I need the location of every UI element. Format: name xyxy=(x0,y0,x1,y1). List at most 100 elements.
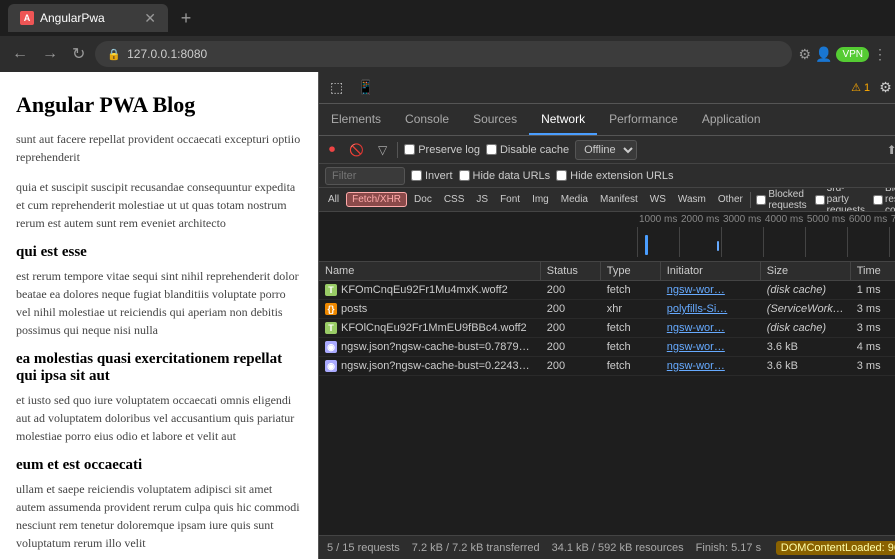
address-bar[interactable]: 🔒 127.0.0.1:8080 xyxy=(95,41,792,67)
devtools-panel: ⬚ 📱 ⚠ 1 ⚙ ⋮ Elements Console Sources Net… xyxy=(318,72,895,559)
table-row[interactable]: {} posts 200 xhr polyfills-Si… (ServiceW… xyxy=(319,300,895,319)
clear-btn[interactable]: 🚫 xyxy=(345,141,368,159)
type-ws[interactable]: WS xyxy=(645,193,671,206)
tab-application[interactable]: Application xyxy=(690,104,773,135)
settings-icon[interactable]: ⚙ xyxy=(874,76,895,99)
col-size: Size xyxy=(761,262,851,280)
extensions-icon[interactable]: ⚙ xyxy=(798,46,811,63)
tl-label-7: 7000 ms xyxy=(889,214,895,225)
row-icon-2: T xyxy=(325,322,337,334)
device-icon[interactable]: 📱 xyxy=(352,76,379,99)
section-text-2: ullam et saepe reiciendis voluptatem adi… xyxy=(16,480,302,552)
tl-label-6: 6000 ms xyxy=(847,214,889,225)
intro-para-1: sunt aut facere repellat provident occae… xyxy=(16,130,302,166)
row-size-3: 3.6 kB xyxy=(761,338,851,356)
preserve-log-checkbox[interactable]: Preserve log xyxy=(404,144,480,156)
tab-performance[interactable]: Performance xyxy=(597,104,690,135)
inspect-icon[interactable]: ⬚ xyxy=(325,76,348,99)
webpage-content: Angular PWA Blog sunt aut facere repella… xyxy=(0,72,318,559)
tab-network[interactable]: Network xyxy=(529,104,597,135)
network-toolbar: ⏺ 🚫 ▽ Preserve log Disable cache Offline… xyxy=(319,136,895,164)
blocked-requests-cb[interactable]: Blocked requests xyxy=(756,189,806,211)
blocked-cookies-cb[interactable]: Blocked response cookies xyxy=(873,188,895,212)
upload-icon[interactable]: ⬆ xyxy=(883,141,895,159)
type-doc[interactable]: Doc xyxy=(409,193,437,206)
row-status-3: 200 xyxy=(541,338,601,356)
devtools-top-bar: ⬚ 📱 ⚠ 1 ⚙ ⋮ xyxy=(319,72,895,104)
table-row[interactable]: T KFOlCnqEu92Fr1MmEU9fBBc4.woff2 200 fet… xyxy=(319,319,895,338)
table-header: Name Status Type Initiator Size Time xyxy=(319,262,895,281)
disable-cache-checkbox[interactable]: Disable cache xyxy=(486,144,569,156)
refresh-btn[interactable]: ↻ xyxy=(68,40,89,68)
row-icon-3: ◉ xyxy=(325,341,337,353)
row-icon-1: {} xyxy=(325,303,337,315)
row-name-2: T KFOlCnqEu92Fr1MmEU9fBBc4.woff2 xyxy=(319,319,541,337)
transferred-size: 7.2 kB / 7.2 kB transferred xyxy=(412,542,540,554)
row-time-3: 4 ms xyxy=(851,338,895,356)
type-wasm[interactable]: Wasm xyxy=(673,193,711,206)
tab-bar: A AngularPwa ✕ + xyxy=(0,0,895,36)
throttle-select[interactable]: Offline xyxy=(575,140,637,160)
record-btn[interactable]: ⏺ xyxy=(325,140,339,159)
type-all[interactable]: All xyxy=(323,193,344,206)
row-initiator-3: ngsw-wor… xyxy=(661,338,761,356)
active-tab[interactable]: A AngularPwa ✕ xyxy=(8,4,168,32)
col-time: Time xyxy=(851,262,895,280)
devtools-tabs: Elements Console Sources Network Perform… xyxy=(319,104,895,136)
tl-label-2: 2000 ms xyxy=(679,214,721,225)
type-fetch-xhr[interactable]: Fetch/XHR xyxy=(346,192,407,207)
tl-label-3: 3000 ms xyxy=(721,214,763,225)
dom-badge: DOMContentLoaded: 96 ms xyxy=(776,541,895,555)
tab-elements[interactable]: Elements xyxy=(319,104,393,135)
row-status-4: 200 xyxy=(541,357,601,375)
row-type-2: fetch xyxy=(601,319,661,337)
tab-close-btn[interactable]: ✕ xyxy=(144,10,156,27)
type-media[interactable]: Media xyxy=(556,193,593,206)
filter-btn[interactable]: ▽ xyxy=(374,141,391,159)
nav-bar: ← → ↻ 🔒 127.0.0.1:8080 ⚙ 👤 VPN ⋮ xyxy=(0,36,895,72)
nav-right-controls: ⚙ 👤 VPN ⋮ xyxy=(798,46,887,63)
section-heading-2: eum et est occaecati xyxy=(16,457,302,474)
row-icon-4: ◉ xyxy=(325,360,337,372)
table-body: T KFOmCnqEu92Fr1Mu4mxK.woff2 200 fetch n… xyxy=(319,281,895,376)
col-type: Type xyxy=(601,262,661,280)
tab-title: AngularPwa xyxy=(40,11,105,25)
section-text-1: et iusto sed quo iure voluptatem occaeca… xyxy=(16,391,302,445)
col-initiator: Initiator xyxy=(661,262,761,280)
row-size-2: (disk cache) xyxy=(761,319,851,337)
vpn-badge: VPN xyxy=(836,47,869,62)
invert-checkbox[interactable]: Invert xyxy=(411,170,453,182)
back-btn[interactable]: ← xyxy=(8,41,32,67)
type-other[interactable]: Other xyxy=(713,193,748,206)
row-type-0: fetch xyxy=(601,281,661,299)
tab-sources[interactable]: Sources xyxy=(461,104,529,135)
hide-data-urls-checkbox[interactable]: Hide data URLs xyxy=(459,170,551,182)
page-heading: Angular PWA Blog xyxy=(16,92,302,118)
type-manifest[interactable]: Manifest xyxy=(595,193,643,206)
type-font[interactable]: Font xyxy=(495,193,525,206)
timeline-labels: 1000 ms 2000 ms 3000 ms 4000 ms 5000 ms … xyxy=(319,212,895,227)
row-size-0: (disk cache) xyxy=(761,281,851,299)
type-js[interactable]: JS xyxy=(471,193,493,206)
menu-icon[interactable]: ⋮ xyxy=(873,46,887,63)
row-initiator-1: polyfills-Si… xyxy=(661,300,761,318)
filter-bar: Invert Hide data URLs Hide extension URL… xyxy=(319,164,895,188)
filter-input[interactable] xyxy=(325,167,405,185)
timeline-area: 1000 ms 2000 ms 3000 ms 4000 ms 5000 ms … xyxy=(319,212,895,262)
row-initiator-2: ngsw-wor… xyxy=(661,319,761,337)
type-img[interactable]: Img xyxy=(527,193,554,206)
tab-console[interactable]: Console xyxy=(393,104,461,135)
table-row[interactable]: ◉ ngsw.json?ngsw-cache-bust=0.22434B... … xyxy=(319,357,895,376)
separator-1 xyxy=(397,142,398,158)
main-area: Angular PWA Blog sunt aut facere repella… xyxy=(0,72,895,559)
type-css[interactable]: CSS xyxy=(439,193,470,206)
row-name-0: T KFOmCnqEu92Fr1Mu4mxK.woff2 xyxy=(319,281,541,299)
profile-icon[interactable]: 👤 xyxy=(815,46,832,63)
third-party-cb[interactable]: 3rd-party requests xyxy=(815,188,865,212)
forward-btn[interactable]: → xyxy=(38,41,62,67)
table-row[interactable]: ◉ ngsw.json?ngsw-cache-bust=0.78792S... … xyxy=(319,338,895,357)
tl-label-4: 4000 ms xyxy=(763,214,805,225)
table-row[interactable]: T KFOmCnqEu92Fr1Mu4mxK.woff2 200 fetch n… xyxy=(319,281,895,300)
new-tab-btn[interactable]: + xyxy=(172,4,200,32)
hide-ext-urls-checkbox[interactable]: Hide extension URLs xyxy=(556,170,673,182)
